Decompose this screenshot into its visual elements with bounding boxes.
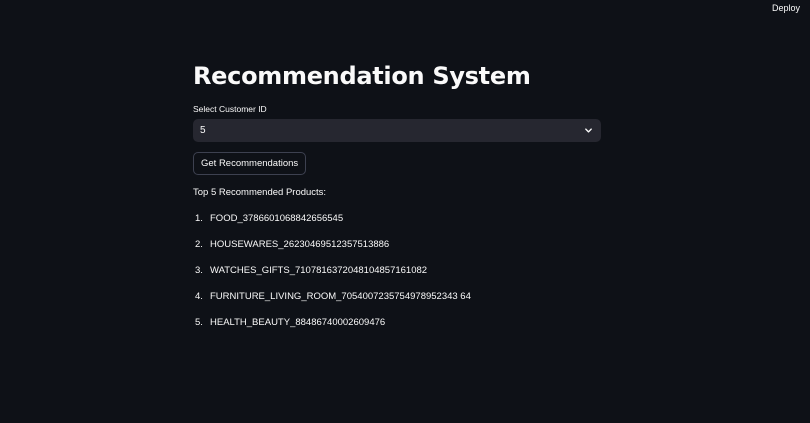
product-name: HEALTH_BEAUTY_88486740002609476 [210,317,386,328]
list-item: 5. HEALTH_BEAUTY_88486740002609476 [193,317,601,343]
chevron-down-icon [585,128,592,133]
list-item-number: 2. [195,239,203,250]
deploy-button[interactable]: Deploy [772,3,800,13]
app-header: Deploy [0,0,810,18]
list-item: 2. HOUSEWARES_26230469512357513886 [193,239,601,265]
customer-id-value: 5 [200,125,206,136]
product-name: WATCHES_GIFTS_7107816372048104857161082 [210,265,428,276]
page-title: Recommendation System [193,62,531,90]
get-recommendations-button[interactable]: Get Recommendations [193,152,307,175]
list-item-number: 5. [195,317,203,328]
product-name: FURNITURE_LIVING_ROOM_705400723575497895… [210,291,471,302]
list-item-number: 1. [195,213,203,224]
list-item-number: 3. [195,265,203,276]
main-content: Recommendation System Select Customer ID… [193,58,601,343]
list-item: 3. WATCHES_GIFTS_71078163720481048571610… [193,265,601,291]
list-item: 4. FURNITURE_LIVING_ROOM_705400723575497… [193,291,601,317]
list-item-number: 4. [195,291,203,302]
customer-id-label: Select Customer ID [193,104,267,114]
results-heading: Top 5 Recommended Products: [193,187,327,198]
customer-id-select[interactable]: 5 [193,119,601,142]
list-item: 1. FOOD_3786601068842656545 [193,213,601,239]
recommendations-list: 1. FOOD_3786601068842656545 2. HOUSEWARE… [193,213,601,343]
product-name: HOUSEWARES_26230469512357513886 [210,239,390,250]
product-name: FOOD_3786601068842656545 [210,213,344,224]
